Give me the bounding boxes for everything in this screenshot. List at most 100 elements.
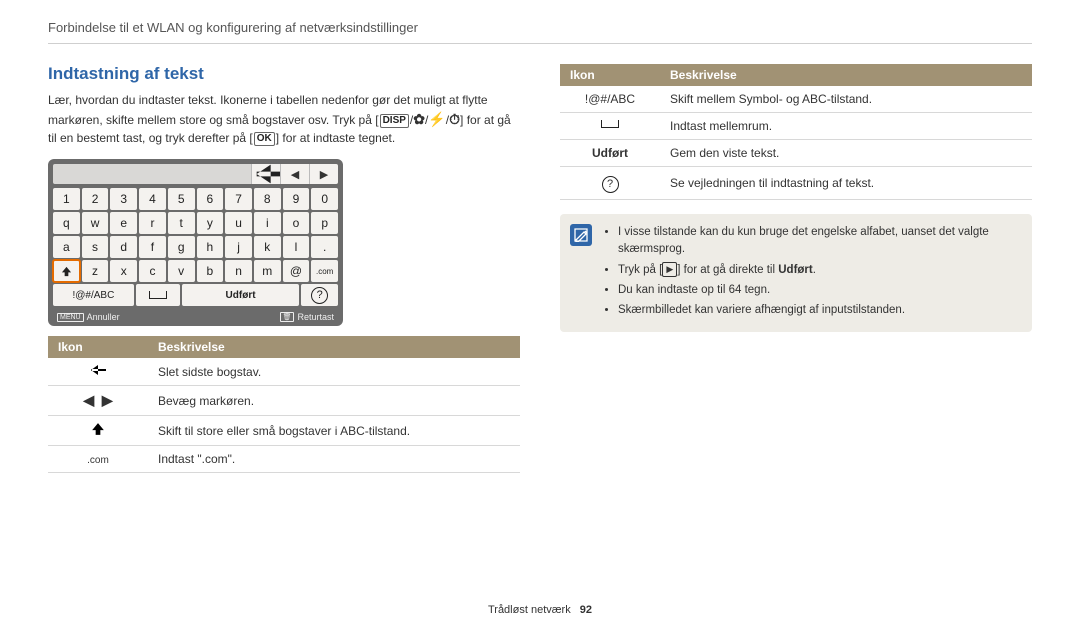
th-icon: Ikon: [48, 336, 148, 358]
keyboard-key: k: [254, 236, 281, 258]
icon-table-left: Ikon Beskrivelse Slet sidste bogstav. ◀ …: [48, 336, 520, 473]
keyboard-key: 8: [254, 188, 281, 210]
symbol-abc-icon: !@#/ABC: [585, 92, 635, 106]
note-done: Udført: [778, 264, 813, 276]
desc: Skift mellem Symbol- og ABC-tilstand.: [660, 86, 1032, 113]
dotcom-icon: .com: [87, 455, 109, 466]
help-key: ?: [301, 284, 338, 306]
left-right-icon: ◀ ▶: [83, 392, 112, 408]
keyboard-key: p: [311, 212, 338, 234]
desc: Gem den viste tekst.: [660, 140, 1032, 167]
keyboard-key: c: [139, 260, 166, 282]
note-item: Skærmbilledet kan variere afhængigt af i…: [618, 302, 1020, 319]
footer-right-label: Returtast: [297, 312, 334, 322]
desc: Indtast ".com".: [148, 446, 520, 473]
left-icon: ◀: [280, 164, 309, 184]
page-footer: Trådløst netværk 92: [0, 604, 1080, 616]
keyboard-key: b: [197, 260, 224, 282]
ok-icon: OK: [254, 132, 275, 146]
flower-icon: ✿: [413, 111, 425, 127]
table-row: ◀ ▶ Bevæg markøren.: [48, 386, 520, 416]
space-icon: [601, 120, 619, 128]
keyboard-key: q: [53, 212, 80, 234]
keyboard-key: r: [139, 212, 166, 234]
intro-text-c: ] for at indtaste tegnet.: [276, 131, 395, 145]
footer-left-label: Annuller: [87, 312, 120, 322]
keyboard-key: z: [82, 260, 109, 282]
keyboard-key: h: [197, 236, 224, 258]
keyboard-key: e: [110, 212, 137, 234]
timer-icon: ⏱: [449, 111, 460, 127]
space-key: [136, 284, 180, 306]
icon-table-right: Ikon Beskrivelse !@#/ABC Skift mellem Sy…: [560, 64, 1032, 200]
footer-section: Trådløst netværk: [488, 604, 571, 616]
keyboard-key: 6: [197, 188, 224, 210]
keyboard-figure: ◀ ▶ 1234567890qwertyuiopasdfghjkl.zxcvbn…: [48, 159, 343, 326]
keyboard-key: d: [110, 236, 137, 258]
keyboard-key: w: [82, 212, 109, 234]
keyboard-key: i: [254, 212, 281, 234]
play-icon: ▶: [662, 262, 677, 278]
table-row: Indtast mellemrum.: [560, 113, 1032, 140]
keyboard-key: l: [283, 236, 310, 258]
desc: Bevæg markøren.: [148, 386, 520, 416]
desc: Indtast mellemrum.: [660, 113, 1032, 140]
keyboard-key: 4: [139, 188, 166, 210]
menu-tag-icon: MENU: [57, 313, 84, 322]
note-text: ] for at gå direkte til: [677, 264, 778, 276]
note-item: Tryk på [▶] for at gå direkte til Udført…: [618, 262, 1020, 279]
desc: Slet sidste bogstav.: [148, 358, 520, 386]
done-key: Udført: [182, 284, 299, 306]
keyboard-key: 5: [168, 188, 195, 210]
desc: Se vejledningen til indtastning af tekst…: [660, 167, 1032, 200]
note-text: Tryk på [: [618, 264, 662, 276]
trash-tag-icon: 🗑: [280, 312, 295, 322]
page-number: 92: [580, 604, 592, 616]
keyboard-key: u: [225, 212, 252, 234]
note-box: I visse tilstande kan du kun bruge det e…: [560, 214, 1032, 332]
table-row: ? Se vejledningen til indtastning af tek…: [560, 167, 1032, 200]
keyboard-key: m: [254, 260, 281, 282]
desc: Skift til store eller små bogstaver i AB…: [148, 416, 520, 446]
table-row: Slet sidste bogstav.: [48, 358, 520, 386]
disp-icon: DISP: [380, 114, 409, 128]
note-icon: [570, 224, 592, 246]
backspace-icon: [251, 164, 280, 184]
shift-key-icon: [53, 260, 80, 282]
shift-icon: [91, 425, 105, 439]
keyboard-key: 7: [225, 188, 252, 210]
keyboard-key: v: [168, 260, 195, 282]
keyboard-key: j: [225, 236, 252, 258]
keyboard-key: @: [283, 260, 310, 282]
back-bold-icon: [90, 365, 106, 379]
keyboard-key: .: [311, 236, 338, 258]
keyboard-footer: MENUAnnuller 🗑Returtast: [53, 310, 338, 322]
keyboard-key: t: [168, 212, 195, 234]
table-row: Skift til store eller små bogstaver i AB…: [48, 416, 520, 446]
th-desc: Beskrivelse: [660, 64, 1032, 86]
flash-icon: ⚡: [428, 111, 445, 127]
keyboard-key: 9: [283, 188, 310, 210]
note-item: Du kan indtaste op til 64 tegn.: [618, 282, 1020, 299]
keyboard-key: f: [139, 236, 166, 258]
keyboard-key: n: [225, 260, 252, 282]
note-text: .: [813, 264, 816, 276]
symbol-mode-key: !@#/ABC: [53, 284, 134, 306]
keyboard-key: s: [82, 236, 109, 258]
th-icon: Ikon: [560, 64, 660, 86]
keyboard-key: g: [168, 236, 195, 258]
keyboard-input-area: [53, 164, 251, 184]
note-item: I visse tilstande kan du kun bruge det e…: [618, 224, 1020, 259]
keyboard-key: y: [197, 212, 224, 234]
section-title: Indtastning af tekst: [48, 64, 520, 84]
breadcrumb: Forbindelse til et WLAN og konfigurering…: [48, 20, 1032, 44]
help-icon: ?: [602, 176, 619, 193]
th-desc: Beskrivelse: [148, 336, 520, 358]
keyboard-key: o: [283, 212, 310, 234]
keyboard-key: 0: [311, 188, 338, 210]
done-label-icon: Udført: [592, 146, 628, 160]
intro-paragraph: Lær, hvordan du indtaster tekst. Ikonern…: [48, 92, 520, 147]
keyboard-key: 1: [53, 188, 80, 210]
right-icon: ▶: [309, 164, 338, 184]
table-row: .com Indtast ".com".: [48, 446, 520, 473]
